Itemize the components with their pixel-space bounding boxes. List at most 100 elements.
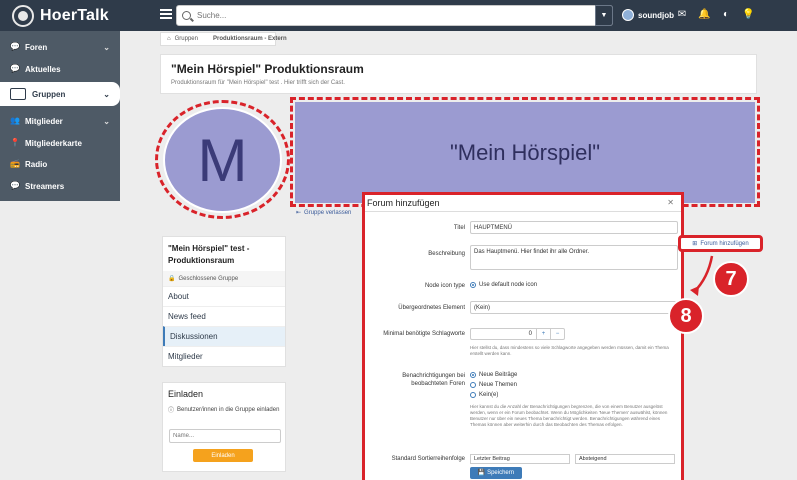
bell-icon[interactable]: 🔔 — [698, 9, 710, 21]
notify-option-threads[interactable]: Neue Themen — [470, 382, 517, 388]
menu-icon[interactable] — [160, 9, 172, 19]
info-icon: ⓘ — [168, 408, 175, 414]
invite-panel: Einladen ⓘ Benutzer/innen in die Gruppe … — [162, 382, 286, 472]
news-icon: 💬 — [10, 64, 20, 73]
breadcrumb-item[interactable]: Gruppen — [175, 36, 198, 42]
radio-icon: 📻 — [10, 159, 20, 168]
chevron-down-icon: ⌄ — [103, 116, 110, 126]
group-type-label: Geschlossene Gruppe — [178, 275, 239, 282]
description-label: Beschreibung — [428, 251, 465, 257]
add-forum-modal: Forum hinzufügen ✕ Titel HAUPTMENÜ Besch… — [365, 195, 681, 480]
avatar — [622, 9, 634, 21]
notify-option-label: Neue Themen — [479, 382, 517, 388]
sort-field-select[interactable]: Letzter Beitrag — [470, 454, 570, 464]
invite-hint: ⓘ Benutzer/innen in die Gruppe einladen — [163, 405, 285, 415]
sidebar-item-foren[interactable]: 💬 Foren ⌄ — [0, 35, 120, 59]
chat-icon: 💬 — [10, 42, 20, 51]
leave-label: Gruppe verlassen — [304, 209, 352, 216]
plus-square-icon: ⊞ — [692, 241, 698, 247]
step-badge-8: 8 — [668, 298, 704, 334]
add-forum-button[interactable]: ⊞ Forum hinzufügen — [678, 235, 763, 252]
sidebar-item-mitglieder[interactable]: 👥 Mitglieder ⌄ — [0, 109, 120, 133]
lock-icon: 🔒 — [168, 276, 176, 282]
sidebar-item-radio[interactable]: 📻 Radio — [0, 152, 120, 176]
sidebar: 💬 Foren ⌄ 💬 Aktuelles Gruppen ⌄ 👥 Mitgli… — [0, 31, 120, 201]
sidebar-item-label: Aktuelles — [25, 64, 61, 74]
search-box[interactable] — [176, 5, 613, 26]
node-icon-label: Node icon type — [424, 283, 465, 289]
group-avatar[interactable]: M — [163, 107, 282, 213]
map-pin-icon: 📍 — [10, 138, 20, 147]
stream-icon: 💬 — [10, 181, 20, 190]
sidebar-item-aktuelles[interactable]: 💬 Aktuelles — [0, 57, 120, 81]
chevron-down-icon: ⌄ — [103, 42, 110, 52]
logo[interactable]: HoerTalk — [12, 5, 109, 27]
mail-icon[interactable]: ✉ — [676, 9, 688, 21]
logo-icon — [12, 5, 34, 27]
notify-label: Benachrichtigungen bei beobachteten Fore… — [402, 373, 465, 387]
invite-name-input[interactable] — [169, 429, 281, 443]
notify-explain: Hier kannst du die Anzahl der Benachrich… — [470, 404, 668, 427]
notify-option-none[interactable]: Kein(e) — [470, 392, 498, 398]
exit-icon: ⇤ — [296, 210, 302, 216]
title-field[interactable]: HAUPTMENÜ — [470, 221, 678, 234]
sort-direction-select[interactable]: Absteigend — [575, 454, 675, 464]
min-words-stepper[interactable]: 0 + − — [470, 328, 565, 340]
banner-text: "Mein Hörspiel" — [449, 139, 601, 165]
group-card: "Mein Hörspiel" test - Produktionsraum 🔒… — [162, 236, 286, 367]
modal-title: Forum hinzufügen — [367, 198, 440, 208]
group-link-newsfeed[interactable]: News feed — [163, 306, 285, 326]
search-icon — [182, 11, 191, 20]
top-bar: HoerTalk ▼ soundjob ✉ 🔔 ◐ 💡 — [0, 0, 797, 31]
parent-label: Übergeordnetes Element — [398, 305, 465, 311]
sidebar-item-label: Foren — [25, 42, 48, 52]
lightbulb-icon[interactable]: 💡 — [742, 9, 754, 21]
group-card-title: "Mein Hörspiel" test - Produktionsraum — [168, 244, 250, 265]
radio-icon — [470, 282, 476, 288]
minus-icon[interactable]: − — [550, 329, 564, 339]
sidebar-item-label: Mitgliederkarte — [25, 138, 82, 148]
add-forum-label: Forum hinzufügen — [700, 240, 749, 247]
radio-icon — [470, 382, 476, 388]
home-icon: ⌂ — [167, 36, 171, 42]
node-icon-radio[interactable]: Use default node icon — [470, 282, 537, 288]
save-button[interactable]: 💾 Speichern — [470, 467, 522, 479]
node-icon-option: Use default node icon — [479, 282, 538, 288]
page-header: "Mein Hörspiel" Produktionsraum Produkti… — [160, 54, 757, 94]
sidebar-item-label: Radio — [25, 159, 48, 169]
title-label: Titel — [453, 225, 465, 231]
user-menu[interactable]: soundjob — [622, 9, 674, 21]
notify-option-label: Neue Beiträge — [479, 372, 518, 378]
app-name: HoerTalk — [40, 7, 109, 24]
palette-icon[interactable]: ◐ — [720, 9, 732, 21]
group-icon — [10, 88, 26, 100]
invite-title: Einladen — [168, 389, 204, 399]
avatar-letter: M — [197, 126, 248, 194]
radio-icon — [470, 392, 476, 398]
min-words-label: Minimal benötigte Schlagworte — [383, 331, 465, 337]
notify-option-posts[interactable]: Neue Beiträge — [470, 372, 517, 378]
plus-icon[interactable]: + — [536, 329, 550, 339]
invite-hint-text: Benutzer/innen in die Gruppe einladen — [177, 406, 280, 413]
invite-button[interactable]: Einladen — [193, 449, 253, 462]
group-link-diskussionen[interactable]: Diskussionen — [163, 326, 285, 346]
sidebar-item-streamers[interactable]: 💬 Streamers — [0, 174, 120, 198]
sort-label: Standard Sortierreihenfolge — [391, 456, 465, 462]
description-field[interactable]: Das Hauptmenü. Hier findet ihr alle Ordn… — [470, 245, 678, 270]
radio-icon — [470, 372, 476, 378]
search-input[interactable] — [197, 8, 597, 23]
save-icon: 💾 — [477, 470, 486, 476]
chevron-down-icon[interactable]: ▼ — [595, 5, 613, 26]
modal-header: Forum hinzufügen ✕ — [365, 195, 681, 212]
breadcrumb-item[interactable]: Produktionsraum - Extern — [213, 32, 287, 46]
group-link-mitglieder[interactable]: Mitglieder — [163, 346, 285, 366]
sidebar-item-gruppen[interactable]: Gruppen ⌄ — [0, 82, 120, 106]
leave-group-button[interactable]: ⇤ Gruppe verlassen — [296, 209, 352, 217]
save-label: Speichern — [487, 470, 515, 476]
users-icon: 👥 — [10, 116, 20, 125]
step-badge-7: 7 — [713, 261, 749, 297]
parent-select[interactable]: (Kein) — [470, 301, 678, 314]
close-icon[interactable]: ✕ — [667, 198, 674, 207]
group-link-about[interactable]: About — [163, 286, 285, 306]
group-banner[interactable]: "Mein Hörspiel" — [295, 102, 755, 203]
